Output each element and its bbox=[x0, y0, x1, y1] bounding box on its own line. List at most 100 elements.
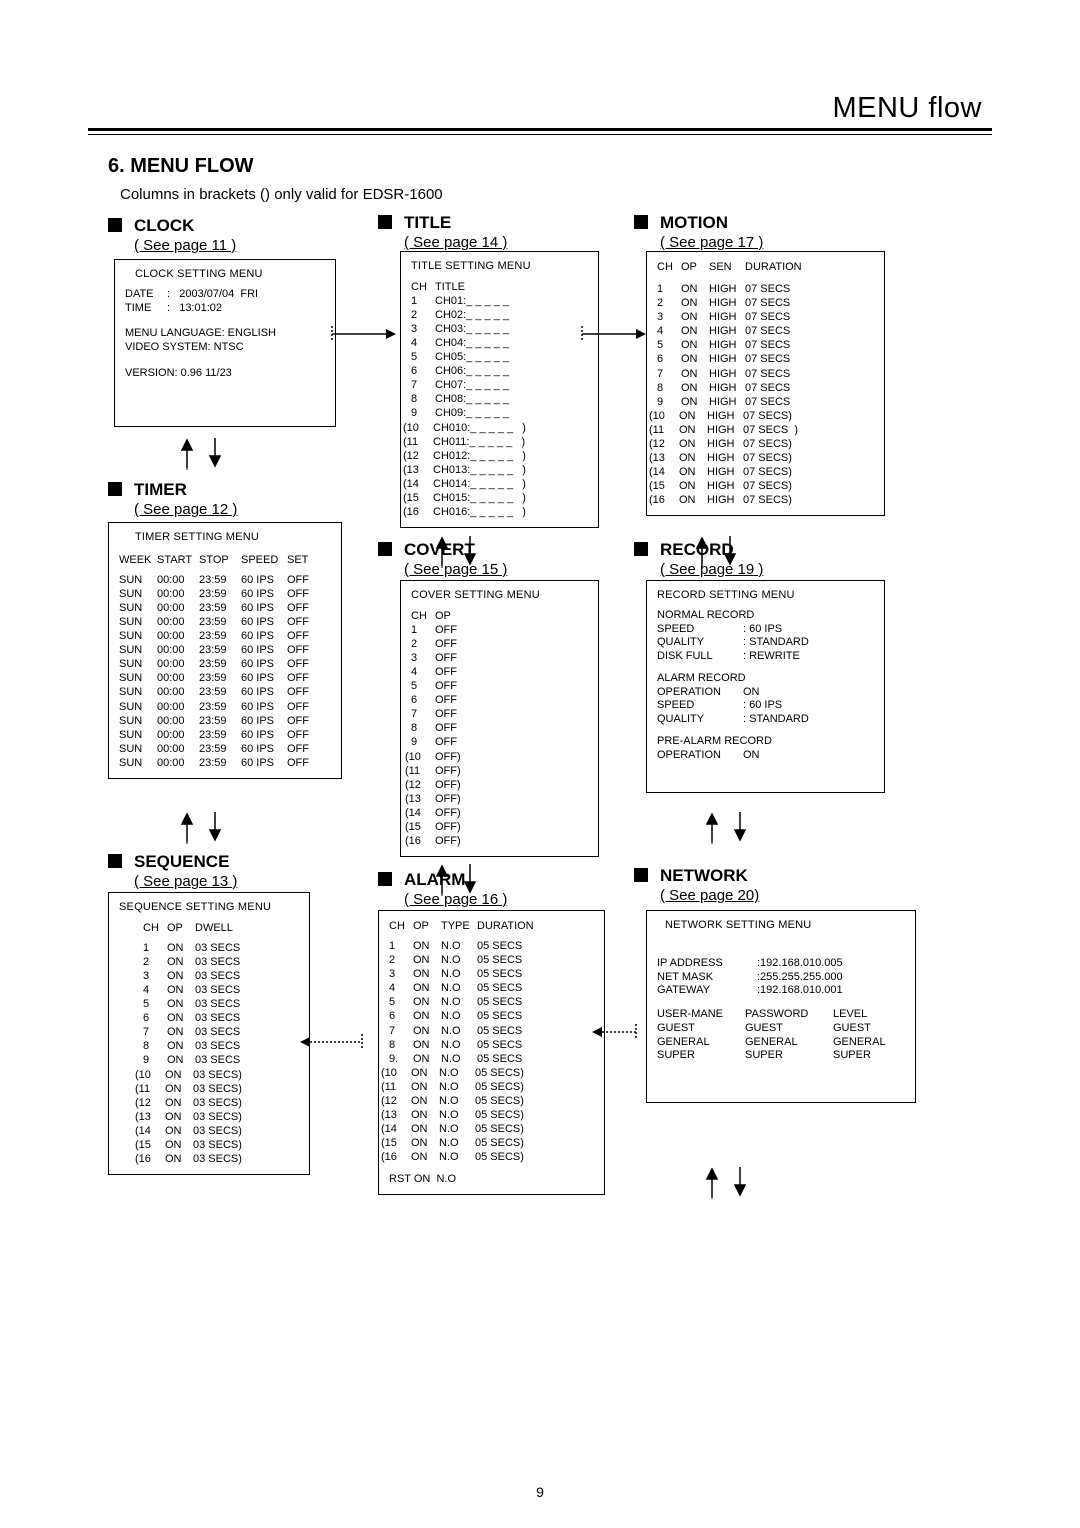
sequence-row: 2ON03 SECS bbox=[143, 955, 299, 969]
record-seepage: ( See page 19 ) bbox=[660, 561, 763, 578]
record-title: RECORD bbox=[660, 540, 734, 559]
seq-hdr-dwell: DWELL bbox=[195, 921, 253, 935]
net-user-hdr-b: PASSWORD bbox=[745, 1008, 833, 1022]
sequence-menu-title: SEQUENCE SETTING MENU bbox=[119, 901, 299, 915]
net-user-hdr-c: LEVEL bbox=[833, 1008, 867, 1020]
timer-row: SUN00:0023:5960 IPSOFF bbox=[119, 657, 331, 671]
alarm-row: 7ONN.O05 SECS bbox=[389, 1024, 594, 1038]
covert-row: 6OFF bbox=[411, 693, 588, 707]
arrow-left-icon bbox=[588, 1020, 652, 1044]
timer-row: SUN00:0023:5960 IPSOFF bbox=[119, 671, 331, 685]
square-bullet-icon bbox=[378, 872, 392, 886]
nav-arrows-icon bbox=[175, 426, 235, 476]
alarm-row: (13ONN.O05 SECS) bbox=[389, 1108, 594, 1122]
clock-time-val: : 13:01:02 bbox=[167, 302, 222, 314]
page-header: MENU flow bbox=[832, 92, 982, 125]
square-bullet-icon bbox=[634, 215, 648, 229]
sequence-row: (14ON03 SECS) bbox=[143, 1124, 299, 1138]
title-hdr-ch: CH bbox=[411, 280, 435, 294]
net-gw-val: :192.168.010.001 bbox=[757, 984, 843, 996]
alarm-row: 9.ONN.O05 SECS bbox=[389, 1052, 594, 1066]
clock-title: CLOCK bbox=[134, 216, 194, 235]
motion-box: CHOPSENDURATION 1ONHIGH07 SECS2ONHIGH07 … bbox=[646, 251, 885, 516]
motion-row: 9ONHIGH07 SECS bbox=[657, 395, 874, 409]
page-number: 9 bbox=[0, 1484, 1080, 1500]
note-text: Columns in brackets () only valid for ED… bbox=[120, 186, 443, 203]
sequence-row: 5ON03 SECS bbox=[143, 997, 299, 1011]
record-op-val: ON bbox=[743, 686, 760, 698]
record-quality-val: : STANDARD bbox=[743, 636, 809, 648]
covert-menu-title: COVER SETTING MENU bbox=[411, 589, 588, 603]
net-gw-lbl: GATEWAY bbox=[657, 984, 757, 998]
clock-seepage: ( See page 11 ) bbox=[134, 237, 236, 254]
covert-seepage: ( See page 15 ) bbox=[404, 561, 507, 578]
alarm-hdr-op: OP bbox=[413, 919, 441, 933]
alarm-rst: RST ON N.O bbox=[389, 1172, 594, 1186]
alarm-hdr-ch: CH bbox=[389, 919, 413, 933]
timer-row: SUN00:0023:5960 IPSOFF bbox=[119, 573, 331, 587]
covert-row: 8OFF bbox=[411, 721, 588, 735]
title-row: (14CH014:_ _ _ _ _ ) bbox=[411, 477, 588, 491]
title-row: (13CH013:_ _ _ _ _ ) bbox=[411, 463, 588, 477]
alarm-seepage: ( See page 16 ) bbox=[404, 891, 507, 908]
motion-row: (16ONHIGH07 SECS) bbox=[657, 493, 874, 507]
timer-row: SUN00:0023:5960 IPSOFF bbox=[119, 714, 331, 728]
title-row: 1CH01:_ _ _ _ _ bbox=[411, 294, 588, 308]
nav-arrows-icon bbox=[700, 1155, 760, 1205]
nav-arrows-icon bbox=[700, 800, 760, 850]
timer-row: SUN00:0023:5960 IPSOFF bbox=[119, 700, 331, 714]
alarm-hdr-type: TYPE bbox=[441, 919, 477, 933]
timer-row: SUN00:0023:5960 IPSOFF bbox=[119, 685, 331, 699]
title-row: 9CH09:_ _ _ _ _ bbox=[411, 406, 588, 420]
motion-row: 1ONHIGH07 SECS bbox=[657, 282, 874, 296]
timer-title: TIMER bbox=[134, 480, 187, 499]
record-op-lbl: OPERATION bbox=[657, 686, 743, 700]
clock-date-val: : 2003/07/04 FRI bbox=[167, 288, 258, 300]
record-disk-val: : REWRITE bbox=[743, 650, 800, 662]
motion-row: (15ONHIGH07 SECS) bbox=[657, 479, 874, 493]
timer-row: SUN00:0023:5960 IPSOFF bbox=[119, 756, 331, 770]
motion-row: 8ONHIGH07 SECS bbox=[657, 381, 874, 395]
sequence-row: (15ON03 SECS) bbox=[143, 1138, 299, 1152]
covert-row: (11OFF) bbox=[411, 764, 588, 778]
sequence-row: (13ON03 SECS) bbox=[143, 1110, 299, 1124]
network-seepage: ( See page 20) bbox=[660, 887, 759, 904]
motion-row: 4ONHIGH07 SECS bbox=[657, 324, 874, 338]
square-bullet-icon bbox=[634, 542, 648, 556]
title-row: (10CH010:_ _ _ _ _ ) bbox=[411, 421, 588, 435]
covert-box: COVER SETTING MENU CHOP 1OFF2OFF3OFF4OFF… bbox=[400, 580, 599, 857]
covert-row: 5OFF bbox=[411, 679, 588, 693]
motion-row: (13ONHIGH07 SECS) bbox=[657, 451, 874, 465]
sequence-row: 6ON03 SECS bbox=[143, 1011, 299, 1025]
alarm-row: (14ONN.O05 SECS) bbox=[389, 1122, 594, 1136]
title-row: (16CH016:_ _ _ _ _ ) bbox=[411, 505, 588, 519]
alarm-row: (16ONN.O05 SECS) bbox=[389, 1150, 594, 1164]
record-aqual-lbl: QUALITY bbox=[657, 713, 743, 727]
square-bullet-icon bbox=[378, 215, 392, 229]
sequence-seepage: ( See page 13 ) bbox=[134, 873, 237, 890]
sequence-box: SEQUENCE SETTING MENU CHOPDWELL 1ON03 SE… bbox=[108, 892, 310, 1175]
motion-row: 3ONHIGH07 SECS bbox=[657, 310, 874, 324]
alarm-title: ALARM bbox=[404, 870, 465, 889]
seq-hdr-ch: CH bbox=[143, 921, 167, 935]
covert-row: 3OFF bbox=[411, 651, 588, 665]
network-section-title: NETWORK ( See page 20) bbox=[634, 866, 759, 904]
covert-row: (13OFF) bbox=[411, 792, 588, 806]
motion-row: 5ONHIGH07 SECS bbox=[657, 338, 874, 352]
record-aspeed-lbl: SPEED bbox=[657, 699, 743, 713]
title-title: TITLE bbox=[404, 213, 451, 232]
clock-box: CLOCK SETTING MENU DATE: 2003/07/04 FRI … bbox=[114, 259, 336, 427]
square-bullet-icon bbox=[108, 482, 122, 496]
arrow-right-icon bbox=[580, 322, 650, 346]
covert-row: 7OFF bbox=[411, 707, 588, 721]
sequence-title: SEQUENCE bbox=[134, 852, 229, 871]
alarm-row: 5ONN.O05 SECS bbox=[389, 995, 594, 1009]
clock-lang: MENU LANGUAGE: ENGLISH bbox=[125, 327, 325, 341]
title-row: 5CH05:_ _ _ _ _ bbox=[411, 350, 588, 364]
covert-row: 2OFF bbox=[411, 637, 588, 651]
motion-row: (12ONHIGH07 SECS) bbox=[657, 437, 874, 451]
timer-row: SUN00:0023:5960 IPSOFF bbox=[119, 742, 331, 756]
clock-version: VERSION: 0.96 11/23 bbox=[125, 367, 325, 381]
header-rule bbox=[88, 128, 992, 135]
sequence-row: (10ON03 SECS) bbox=[143, 1068, 299, 1082]
